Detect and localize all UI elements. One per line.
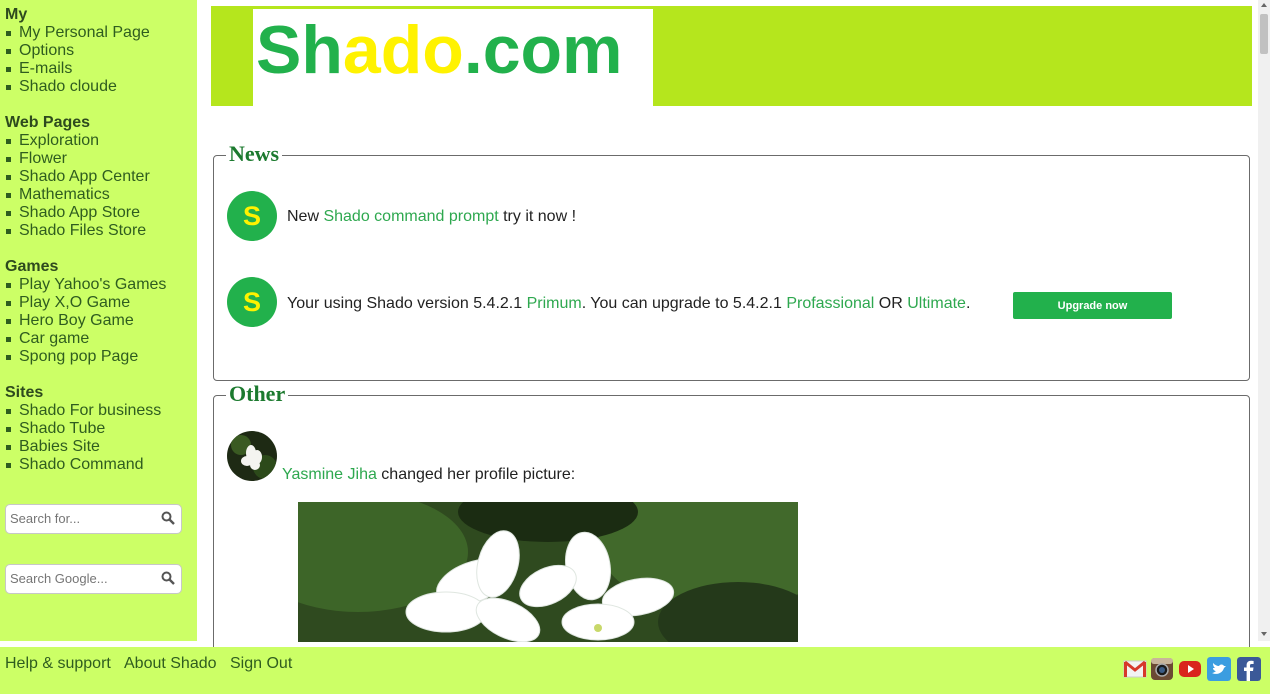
- help-support-link[interactable]: Help & support: [5, 655, 111, 673]
- profile-picture-photo[interactable]: [298, 502, 798, 642]
- bullet-icon: [6, 319, 11, 324]
- google-search-box: [5, 564, 182, 594]
- sidebar-item-play-yahoo-games[interactable]: Play Yahoo's Games: [5, 276, 166, 294]
- bullet-icon: [6, 85, 11, 90]
- bullet-icon: [6, 49, 11, 54]
- scroll-down-icon[interactable]: [1261, 632, 1267, 636]
- footer: Help & support About Shado Sign Out: [0, 647, 1270, 694]
- news-item-version: Your using Shado version 5.4.2.1 Primum.…: [287, 295, 971, 312]
- search-box: [5, 504, 182, 534]
- google-search-input[interactable]: [6, 565, 150, 591]
- bullet-icon: [6, 67, 11, 72]
- other-legend: Other: [226, 382, 289, 406]
- bullet-icon: [6, 31, 11, 36]
- news-legend: News: [226, 142, 283, 166]
- logo[interactable]: Shado.com: [253, 9, 653, 106]
- primum-link[interactable]: Primum: [527, 295, 582, 312]
- search-icon[interactable]: [161, 511, 175, 525]
- youtube-icon[interactable]: [1178, 657, 1202, 681]
- other-panel: Other Yasmine Jiha changed her profile p…: [213, 382, 1250, 655]
- sidebar-item-shado-app-store[interactable]: Shado App Store: [5, 204, 150, 222]
- ultimate-link[interactable]: Ultimate: [907, 295, 966, 312]
- sidebar-item-options[interactable]: Options: [5, 42, 150, 60]
- bullet-icon: [6, 301, 11, 306]
- shado-s-icon: S: [227, 277, 277, 327]
- sidebar-item-shado-command[interactable]: Shado Command: [5, 456, 161, 474]
- sidebar-item-play-xo-game[interactable]: Play X,O Game: [5, 294, 166, 312]
- bullet-icon: [6, 175, 11, 180]
- news-panel: News S New Shado command prompt try it n…: [213, 142, 1250, 381]
- user-name-link[interactable]: Yasmine Jiha: [282, 466, 377, 483]
- activity-line: Yasmine Jiha changed her profile picture…: [282, 466, 576, 483]
- bullet-icon: [6, 409, 11, 414]
- sidebar-heading: Games: [5, 258, 59, 275]
- bullet-icon: [6, 337, 11, 342]
- sign-out-link[interactable]: Sign Out: [230, 655, 292, 673]
- user-avatar[interactable]: [227, 431, 277, 481]
- shado-s-icon: S: [227, 191, 277, 241]
- bullet-icon: [6, 211, 11, 216]
- bullet-icon: [6, 445, 11, 450]
- scroll-up-icon[interactable]: [1261, 3, 1267, 7]
- bullet-icon: [6, 193, 11, 198]
- upgrade-now-button[interactable]: Upgrade now: [1013, 292, 1172, 319]
- bullet-icon: [6, 157, 11, 162]
- sidebar-group-my: My My Personal Page Options E-mails Shad…: [5, 6, 150, 96]
- sidebar-group-web-pages: Web Pages Exploration Flower Shado App C…: [5, 114, 150, 240]
- about-shado-link[interactable]: About Shado: [124, 655, 217, 673]
- sidebar-group-sites: Sites Shado For business Shado Tube Babi…: [5, 384, 161, 474]
- search-input[interactable]: [6, 505, 150, 531]
- instagram-icon[interactable]: [1150, 657, 1174, 681]
- sidebar-item-shado-app-center[interactable]: Shado App Center: [5, 168, 150, 186]
- sidebar-item-car-game[interactable]: Car game: [5, 330, 166, 348]
- facebook-icon[interactable]: [1237, 657, 1261, 681]
- vertical-scrollbar[interactable]: [1258, 0, 1270, 641]
- gmail-icon[interactable]: [1123, 657, 1147, 681]
- bullet-icon: [6, 229, 11, 234]
- scroll-thumb[interactable]: [1260, 14, 1268, 54]
- sidebar-item-babies-site[interactable]: Babies Site: [5, 438, 161, 456]
- bullet-icon: [6, 463, 11, 468]
- sidebar: My My Personal Page Options E-mails Shad…: [0, 0, 197, 641]
- sidebar-item-shado-files-store[interactable]: Shado Files Store: [5, 222, 150, 240]
- sidebar-item-exploration[interactable]: Exploration: [5, 132, 150, 150]
- professional-link[interactable]: Profassional: [786, 295, 874, 312]
- header-bar: Shado.com: [211, 6, 1252, 106]
- bullet-icon: [6, 283, 11, 288]
- bullet-icon: [6, 355, 11, 360]
- bullet-icon: [6, 427, 11, 432]
- sidebar-item-shado-cloude[interactable]: Shado cloude: [5, 78, 150, 96]
- sidebar-item-mathematics[interactable]: Mathematics: [5, 186, 150, 204]
- sidebar-item-hero-boy-game[interactable]: Hero Boy Game: [5, 312, 166, 330]
- sidebar-item-flower[interactable]: Flower: [5, 150, 150, 168]
- sidebar-heading: Sites: [5, 384, 44, 401]
- search-icon[interactable]: [161, 571, 175, 585]
- sidebar-item-shado-for-business[interactable]: Shado For business: [5, 402, 161, 420]
- news-item-command-prompt: New Shado command prompt try it now !: [287, 208, 577, 225]
- bullet-icon: [6, 139, 11, 144]
- sidebar-heading: Web Pages: [5, 114, 91, 131]
- logo-text: Shado.com: [256, 12, 623, 88]
- sidebar-item-spong-pop-page[interactable]: Spong pop Page: [5, 348, 166, 366]
- sidebar-item-shado-tube[interactable]: Shado Tube: [5, 420, 161, 438]
- command-prompt-link[interactable]: Shado command prompt: [323, 208, 498, 225]
- sidebar-item-my-personal-page[interactable]: My Personal Page: [5, 24, 150, 42]
- sidebar-group-games: Games Play Yahoo's Games Play X,O Game H…: [5, 258, 166, 366]
- twitter-icon[interactable]: [1207, 657, 1231, 681]
- sidebar-heading: My: [5, 6, 28, 23]
- sidebar-item-emails[interactable]: E-mails: [5, 60, 150, 78]
